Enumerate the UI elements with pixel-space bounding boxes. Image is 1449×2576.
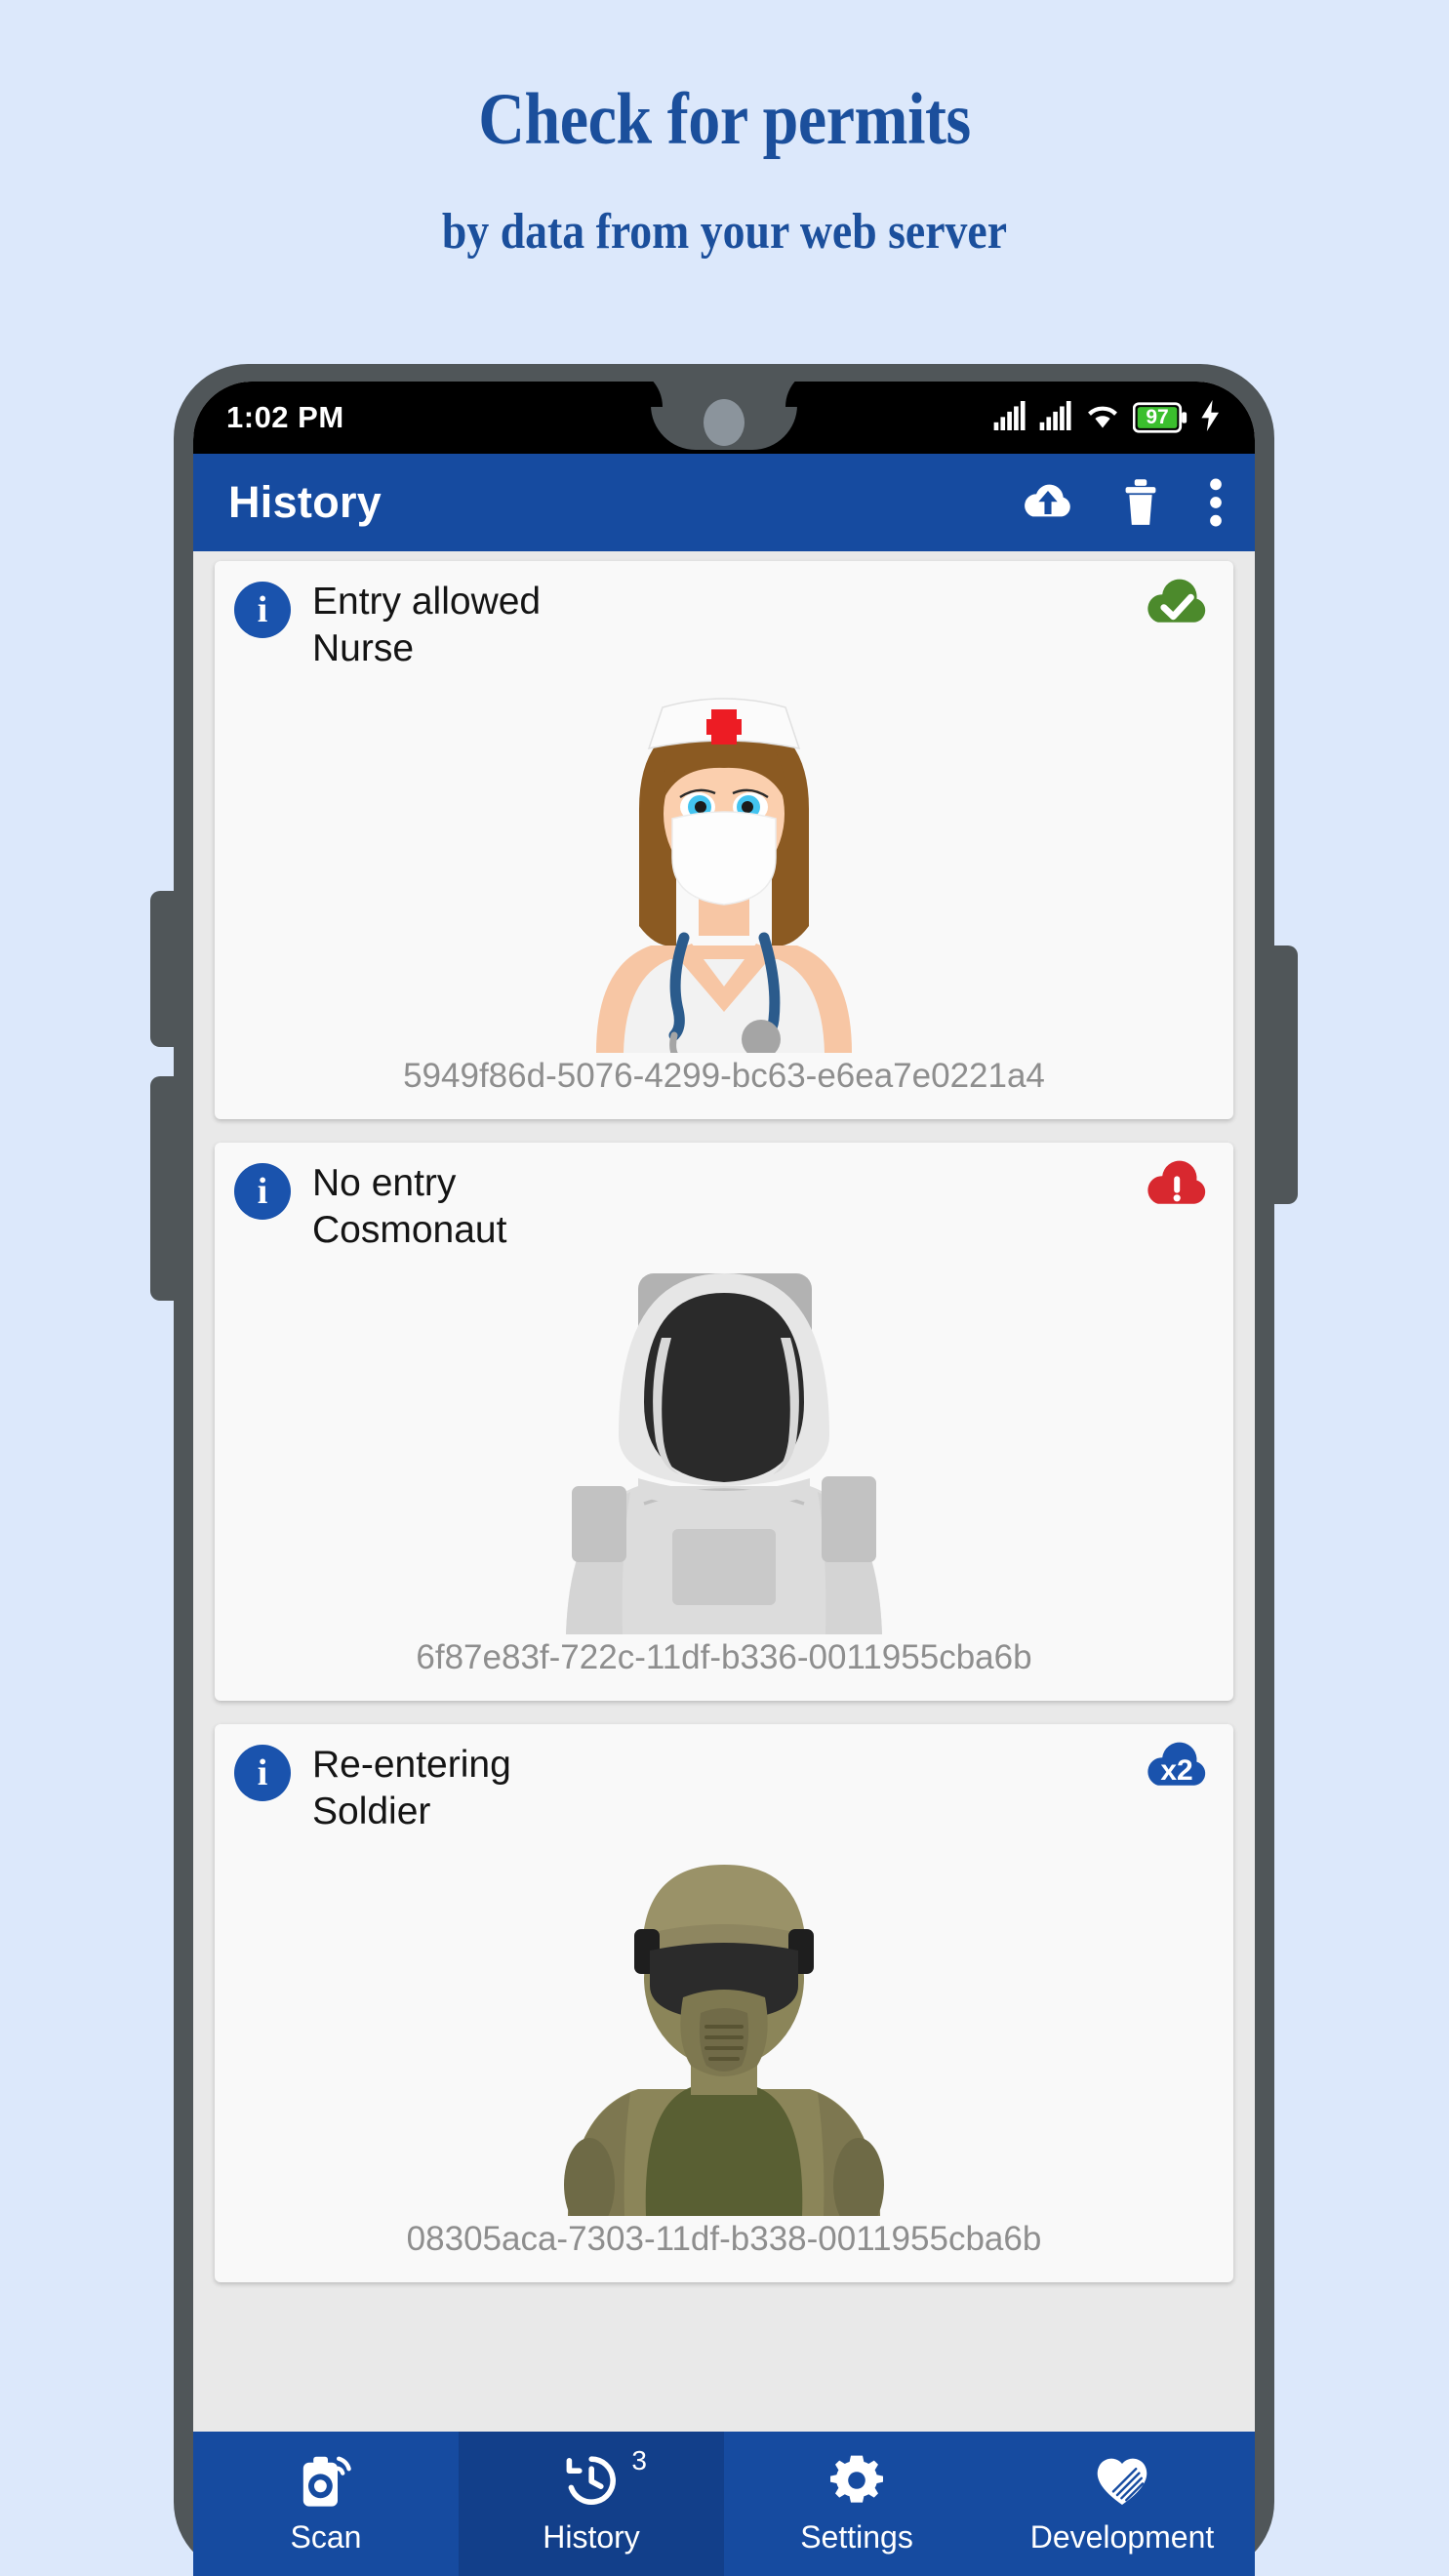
- page-subtitle: by data from your web server: [441, 204, 1008, 260]
- overflow-menu-icon[interactable]: [1206, 477, 1226, 528]
- nurse-avatar: [234, 663, 1214, 1054]
- gear-icon: [828, 2452, 885, 2514]
- front-camera: [704, 399, 745, 446]
- entry-role-text: Cosmonaut: [312, 1209, 507, 1252]
- cloud-upload-icon[interactable]: [1021, 480, 1075, 525]
- cellular-signal-icon: [1039, 400, 1072, 435]
- cellular-signal-icon: [993, 400, 1026, 435]
- handshake-heart-icon: [1092, 2452, 1152, 2514]
- battery-level-text: 97: [1146, 406, 1169, 428]
- info-icon[interactable]: i: [234, 1163, 291, 1221]
- delete-icon[interactable]: [1120, 478, 1161, 527]
- info-icon[interactable]: i: [234, 1745, 291, 1802]
- history-card[interactable]: i Entry allowed Nurse 5949f86d-5076-4299…: [215, 561, 1233, 1120]
- nav-item-settings[interactable]: Settings: [724, 2432, 989, 2576]
- app-bar-title: History: [228, 477, 382, 527]
- cloud-check-icon: [1142, 577, 1212, 636]
- app-bar: History: [193, 454, 1255, 551]
- nav-label: Development: [1029, 2518, 1215, 2555]
- promo-header: Check for permits by data from your web …: [0, 0, 1449, 261]
- bottom-navigation: Scan 3 History Settings Development: [193, 2432, 1255, 2576]
- status-bar: 1:02 PM 97: [193, 382, 1255, 454]
- entry-uuid-text: 6f87e83f-722c-11df-b336-0011955cba6b: [416, 1638, 1032, 1677]
- nav-label: Scan: [290, 2518, 362, 2555]
- history-card[interactable]: i Re-entering Soldier x2 08305aca-7303-1…: [215, 1724, 1233, 2283]
- phone-body: 1:02 PM 97 History i Entry allowed Nurse…: [174, 364, 1274, 2576]
- nav-item-development[interactable]: Development: [989, 2432, 1255, 2576]
- nav-item-scan[interactable]: Scan: [193, 2432, 459, 2576]
- phone-screen: 1:02 PM 97 History i Entry allowed Nurse…: [193, 382, 1255, 2576]
- info-icon[interactable]: i: [234, 582, 291, 638]
- cloud-count-icon: x2: [1142, 1740, 1212, 1799]
- charging-bolt-icon: [1200, 399, 1222, 436]
- cloud-alert-icon: [1142, 1158, 1212, 1218]
- phone-mockup: 1:02 PM 97 History i Entry allowed Nurse…: [150, 364, 1298, 2576]
- scan-camera-icon: [299, 2452, 353, 2514]
- entry-status-text: Entry allowed: [312, 581, 542, 623]
- soldier-avatar: [234, 1826, 1214, 2217]
- battery-icon: 97: [1133, 402, 1187, 433]
- nav-item-history[interactable]: 3 History: [459, 2432, 724, 2576]
- history-clock-icon: [561, 2452, 622, 2514]
- status-time: 1:02 PM: [226, 400, 344, 434]
- wifi-icon: [1085, 401, 1120, 435]
- entry-role-text: Soldier: [312, 1791, 431, 1833]
- cosmonaut-avatar: [234, 1244, 1214, 1635]
- nav-label: Settings: [800, 2518, 913, 2555]
- entry-uuid-text: 5949f86d-5076-4299-bc63-e6ea7e0221a4: [403, 1057, 1045, 1096]
- page-title: Check for permits: [478, 79, 971, 160]
- entry-role-text: Nurse: [312, 627, 415, 670]
- history-list[interactable]: i Entry allowed Nurse 5949f86d-5076-4299…: [193, 551, 1255, 2432]
- entry-status-text: Re-entering: [312, 1744, 511, 1787]
- entry-uuid-text: 08305aca-7303-11df-b338-0011955cba6b: [406, 2220, 1042, 2259]
- entry-status-text: No entry: [312, 1162, 457, 1205]
- nav-badge-count: 3: [631, 2444, 647, 2475]
- nav-label: History: [543, 2518, 640, 2555]
- history-card[interactable]: i No entry Cosmonaut 6f87e83f-722c-11df-…: [215, 1143, 1233, 1702]
- cloud-count-text: x2: [1160, 1754, 1193, 1788]
